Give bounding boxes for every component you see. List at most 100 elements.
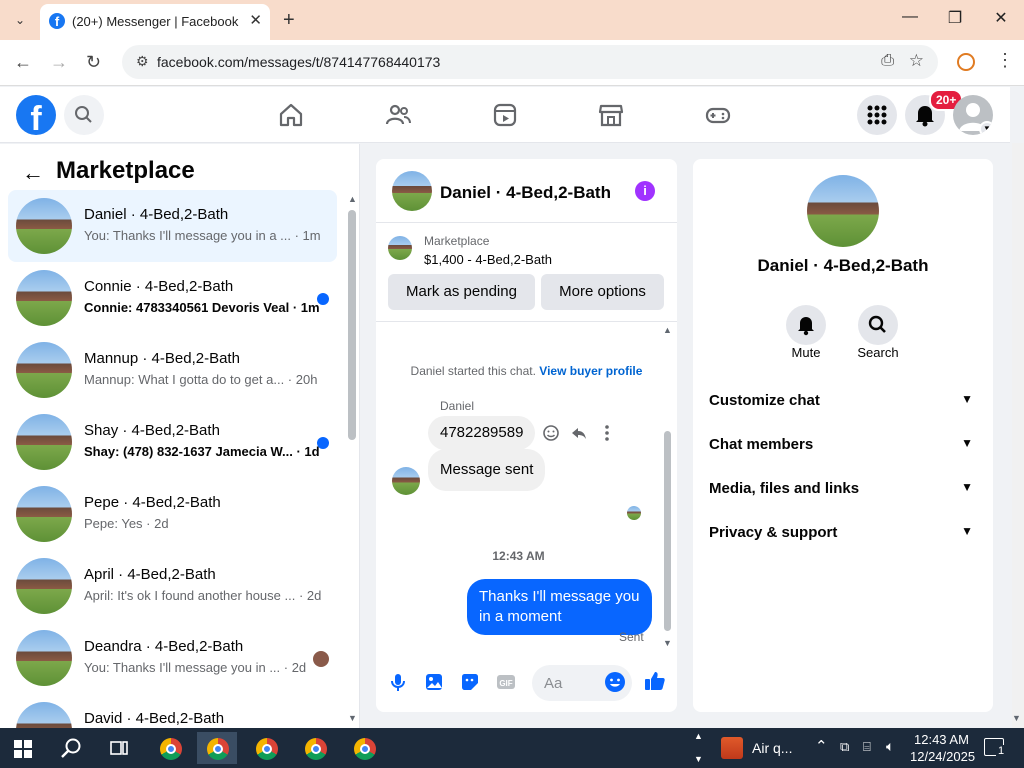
show-hidden-icons-icon[interactable]: ⌃ bbox=[815, 737, 828, 755]
minimize-button[interactable]: — bbox=[890, 8, 930, 26]
mark-as-pending-button[interactable]: Mark as pending bbox=[388, 274, 535, 310]
profile-icon[interactable] bbox=[957, 53, 975, 71]
message-composer: GIF Aa bbox=[376, 659, 677, 709]
outgoing-message-bubble[interactable]: Thanks I'll message you in a moment bbox=[467, 579, 652, 635]
taskbar-chrome-1[interactable] bbox=[150, 732, 190, 764]
contact-avatar[interactable] bbox=[807, 175, 879, 247]
close-tab-icon[interactable]: ✕ bbox=[249, 11, 262, 29]
browser-tab[interactable]: f (20+) Messenger | Facebook ✕ bbox=[40, 4, 270, 40]
chat-members-row[interactable]: Chat members ▼ bbox=[709, 436, 977, 460]
back-arrow-icon[interactable]: ← bbox=[22, 160, 44, 186]
facebook-logo-icon[interactable]: f bbox=[16, 95, 56, 138]
taskbar-scroll-up-icon[interactable]: ▲ bbox=[694, 731, 703, 741]
taskbar-chrome-5[interactable] bbox=[344, 732, 384, 764]
reply-icon[interactable] bbox=[570, 424, 588, 442]
privacy-support-row[interactable]: Privacy & support ▼ bbox=[709, 524, 977, 548]
install-app-icon[interactable]: ⎙ bbox=[881, 52, 894, 70]
view-buyer-profile-link[interactable]: View buyer profile bbox=[539, 364, 642, 378]
video-icon[interactable] bbox=[491, 101, 519, 129]
more-actions-icon[interactable] bbox=[600, 424, 614, 442]
sticker-icon[interactable] bbox=[459, 671, 481, 693]
chevron-down-icon: ▼ bbox=[979, 121, 993, 135]
conversation-item[interactable]: Daniel · 4-Bed,2-Bath You: Thanks I'll me… bbox=[8, 190, 337, 262]
message-bubble[interactable]: Message sent bbox=[428, 449, 546, 491]
page-scrollbar[interactable] bbox=[1012, 143, 1024, 728]
back-button[interactable]: ← bbox=[14, 52, 32, 73]
marketplace-icon[interactable] bbox=[597, 101, 625, 129]
tab-title: (20+) Messenger | Facebook bbox=[72, 14, 239, 29]
gaming-icon[interactable] bbox=[704, 101, 732, 129]
react-emoji-icon[interactable] bbox=[542, 424, 560, 442]
media-files-links-row[interactable]: Media, files and links ▼ bbox=[709, 480, 977, 504]
gif-icon[interactable]: GIF bbox=[495, 671, 517, 693]
chat-scroll-down-arrow-icon[interactable]: ▼ bbox=[663, 638, 672, 648]
network-icon[interactable]: ⌸ bbox=[863, 739, 871, 755]
browser-menu-icon[interactable]: ⋮ bbox=[996, 50, 1014, 70]
conversation-item[interactable]: April · 4-Bed,2-Bath April: It's ok I fou… bbox=[8, 550, 337, 622]
conversation-item[interactable]: Mannup · 4-Bed,2-Bath Mannup: What I gott… bbox=[8, 334, 337, 406]
facebook-search-button[interactable] bbox=[64, 95, 104, 135]
message-thread: Daniel started this chat. View buyer pro… bbox=[376, 324, 677, 654]
sender-avatar[interactable] bbox=[392, 467, 420, 495]
address-bar[interactable]: ⚙ facebook.com/messages/t/87414776844017… bbox=[122, 45, 938, 79]
conversation-preview: You: Thanks I'll message you in ... · 2d bbox=[84, 660, 307, 675]
restore-button[interactable]: ❐ bbox=[935, 8, 975, 28]
page-scroll-down-arrow-icon[interactable]: ▼ bbox=[1012, 713, 1021, 723]
task-view-icon[interactable] bbox=[109, 738, 129, 758]
chat-avatar[interactable] bbox=[392, 171, 432, 211]
info-icon[interactable]: i bbox=[635, 181, 655, 201]
page-title: Marketplace bbox=[56, 157, 195, 184]
conversation-item[interactable]: Pepe · 4-Bed,2-Bath Pepe: Yes · 2d bbox=[8, 478, 337, 550]
taskbar-chrome-4[interactable] bbox=[295, 732, 335, 764]
scroll-up-arrow-icon[interactable]: ▲ bbox=[348, 194, 357, 204]
listing-thumbnail[interactable] bbox=[388, 236, 412, 260]
weather-text[interactable]: Air q... bbox=[752, 740, 792, 756]
home-icon[interactable] bbox=[277, 101, 305, 129]
sender-name: Daniel bbox=[440, 399, 475, 413]
tab-search-button[interactable]: ⌄ bbox=[8, 8, 32, 32]
listing-price[interactable]: $1,400 - 4-Bed,2-Bath bbox=[424, 252, 552, 267]
scroll-down-arrow-icon[interactable]: ▼ bbox=[348, 713, 357, 723]
volume-icon[interactable]: 🔈︎ bbox=[886, 738, 894, 755]
meet-now-icon[interactable]: ⧉ bbox=[840, 739, 849, 755]
clock-date[interactable]: 12/24/2025 bbox=[910, 749, 975, 764]
new-tab-button[interactable]: + bbox=[283, 8, 295, 32]
reload-button[interactable]: ↻ bbox=[86, 52, 101, 73]
customize-chat-row[interactable]: Customize chat ▼ bbox=[709, 392, 977, 416]
clock-time[interactable]: 12:43 AM bbox=[914, 732, 969, 747]
friends-icon[interactable] bbox=[384, 101, 412, 129]
row-label: Privacy & support bbox=[709, 524, 838, 541]
conversation-avatar bbox=[16, 342, 72, 398]
chat-title[interactable]: Daniel · 4-Bed,2-Bath bbox=[440, 183, 611, 203]
photo-icon[interactable] bbox=[423, 671, 445, 693]
sent-status: Sent bbox=[619, 630, 644, 644]
taskbar-chrome-2[interactable] bbox=[197, 732, 237, 764]
air-quality-icon[interactable] bbox=[721, 737, 743, 759]
taskbar-scroll-down-icon[interactable]: ▼ bbox=[694, 754, 703, 764]
conversation-item[interactable]: Shay · 4-Bed,2-Bath Shay: (478) 832-1637 … bbox=[8, 406, 337, 478]
search-in-chat-button[interactable] bbox=[858, 305, 898, 345]
windows-start-icon[interactable] bbox=[14, 740, 32, 758]
bookmark-star-icon[interactable]: ☆ bbox=[909, 51, 924, 71]
conversation-item[interactable]: Deandra · 4-Bed,2-Bath You: Thanks I'll m… bbox=[8, 622, 337, 694]
conversation-item[interactable]: David · 4-Bed,2-Bath bbox=[8, 694, 337, 728]
message-bubble[interactable]: 4782289589 bbox=[428, 416, 536, 450]
chat-scrollbar[interactable] bbox=[664, 431, 671, 631]
menu-grid-button[interactable] bbox=[857, 95, 897, 135]
close-window-button[interactable]: ✕ bbox=[981, 8, 1021, 28]
account-avatar[interactable]: ▼ bbox=[953, 95, 993, 135]
microphone-icon[interactable] bbox=[387, 671, 409, 693]
mute-button[interactable] bbox=[786, 305, 826, 345]
conversation-item[interactable]: Connie · 4-Bed,2-Bath Connie: 4783340561 … bbox=[8, 262, 337, 334]
chat-scroll-up-arrow-icon[interactable]: ▲ bbox=[663, 325, 672, 335]
thumbs-up-icon[interactable] bbox=[643, 669, 667, 693]
conversation-list-scrollbar[interactable] bbox=[348, 210, 356, 440]
contact-name: Daniel · 4-Bed,2-Bath bbox=[757, 256, 929, 275]
emoji-icon[interactable] bbox=[604, 671, 626, 693]
url-text[interactable]: facebook.com/messages/t/874147768440173 bbox=[157, 54, 440, 70]
taskbar-chrome-3[interactable] bbox=[246, 732, 286, 764]
more-options-button[interactable]: More options bbox=[541, 274, 664, 310]
site-info-icon[interactable]: ⚙ bbox=[136, 53, 149, 70]
taskbar-search-icon[interactable] bbox=[60, 737, 82, 759]
forward-button[interactable]: → bbox=[50, 52, 68, 73]
